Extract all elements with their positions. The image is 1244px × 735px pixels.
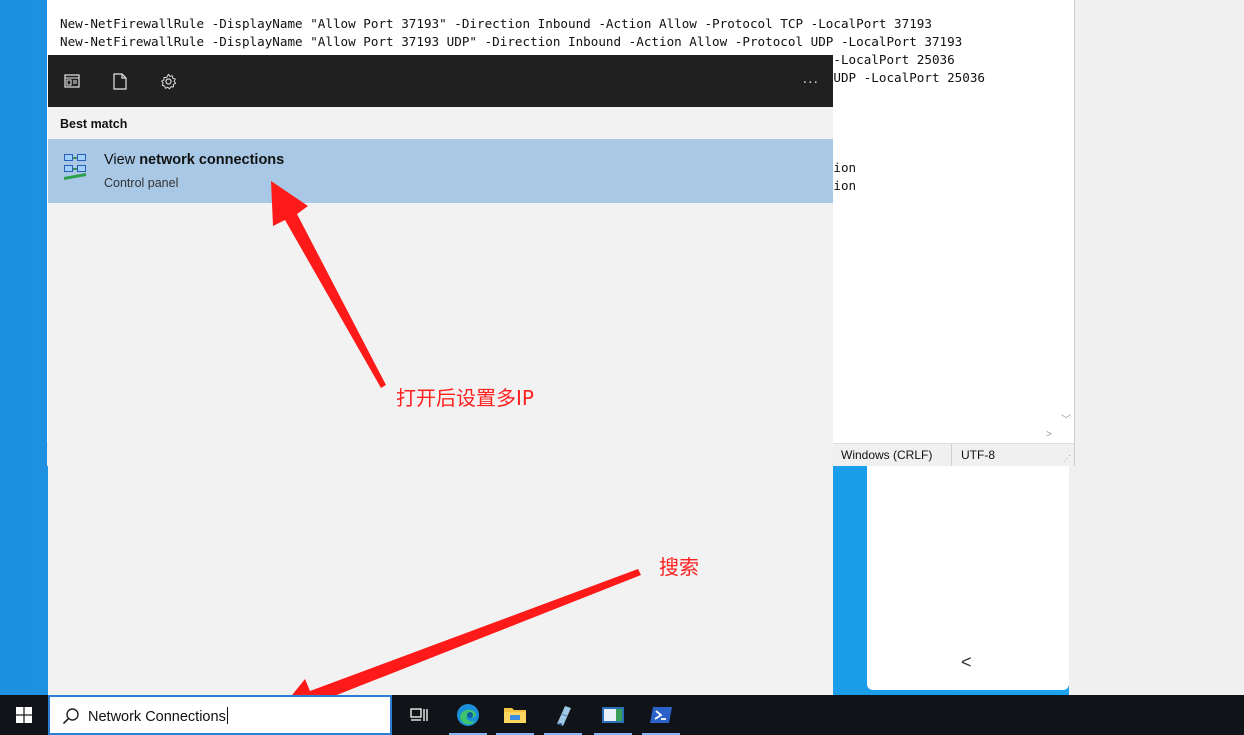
chevron-left-icon[interactable]: < (961, 652, 972, 673)
task-view-icon (410, 708, 428, 721)
notepad-line: New-NetFirewallRule -DisplayName "Allow … (60, 34, 963, 49)
taskbar-search-box[interactable]: Network Connections (48, 695, 392, 735)
taskbar: Network Connections (0, 695, 1244, 735)
start-button[interactable] (0, 695, 48, 735)
start-search-panel: ... Best match View network connections … (48, 55, 833, 695)
documents-filter-icon[interactable] (110, 71, 130, 91)
file-explorer-button[interactable] (492, 695, 538, 735)
search-input-value: Network Connections (88, 709, 226, 725)
vertical-scrollbar[interactable]: ﹀ (1057, 0, 1074, 428)
folder-icon (504, 708, 526, 723)
notepad-icon (557, 706, 571, 726)
text-caret (226, 707, 228, 724)
annotation-search: 搜索 (659, 555, 699, 579)
sub-panel: < (867, 466, 1069, 690)
line-ending-label: Windows (CRLF) (841, 448, 933, 462)
server-manager-icon (602, 707, 624, 723)
result-subtitle: Control panel (104, 176, 179, 190)
settings-filter-icon[interactable] (158, 71, 178, 91)
network-connections-icon (62, 151, 90, 181)
best-match-result[interactable]: View network connections Control panel (48, 139, 833, 203)
edge-icon (457, 704, 479, 726)
notepad-line: New-NetFirewallRule -DisplayName "Allow … (60, 16, 932, 31)
search-input[interactable]: Network Connections (88, 707, 228, 725)
powershell-button[interactable] (638, 695, 684, 735)
search-panel-header: ... (48, 55, 833, 107)
resize-grip-icon[interactable]: ⋰ (1063, 454, 1071, 463)
result-title: View network connections (104, 152, 284, 168)
powershell-icon (650, 707, 672, 723)
scroll-down-icon[interactable]: ﹀ (1061, 411, 1071, 426)
result-title-prefix: View (104, 152, 140, 168)
more-options-icon[interactable]: ... (803, 70, 819, 88)
right-strip (1069, 466, 1244, 695)
status-separator (951, 444, 952, 466)
task-view-button[interactable] (396, 695, 442, 735)
search-icon (62, 708, 79, 725)
windows-logo-icon (16, 707, 32, 723)
notepad-app-button[interactable] (540, 695, 586, 735)
server-manager-button[interactable] (590, 695, 636, 735)
annotation-open-set-multi-ip: 打开后设置多IP (396, 386, 534, 410)
scroll-right-icon[interactable]: > (1046, 429, 1052, 440)
encoding-label: UTF-8 (961, 448, 995, 462)
best-match-heading: Best match (60, 117, 128, 131)
result-title-bold: network connections (139, 152, 285, 168)
edge-browser-button[interactable] (445, 695, 491, 735)
apps-filter-icon[interactable] (62, 71, 82, 91)
